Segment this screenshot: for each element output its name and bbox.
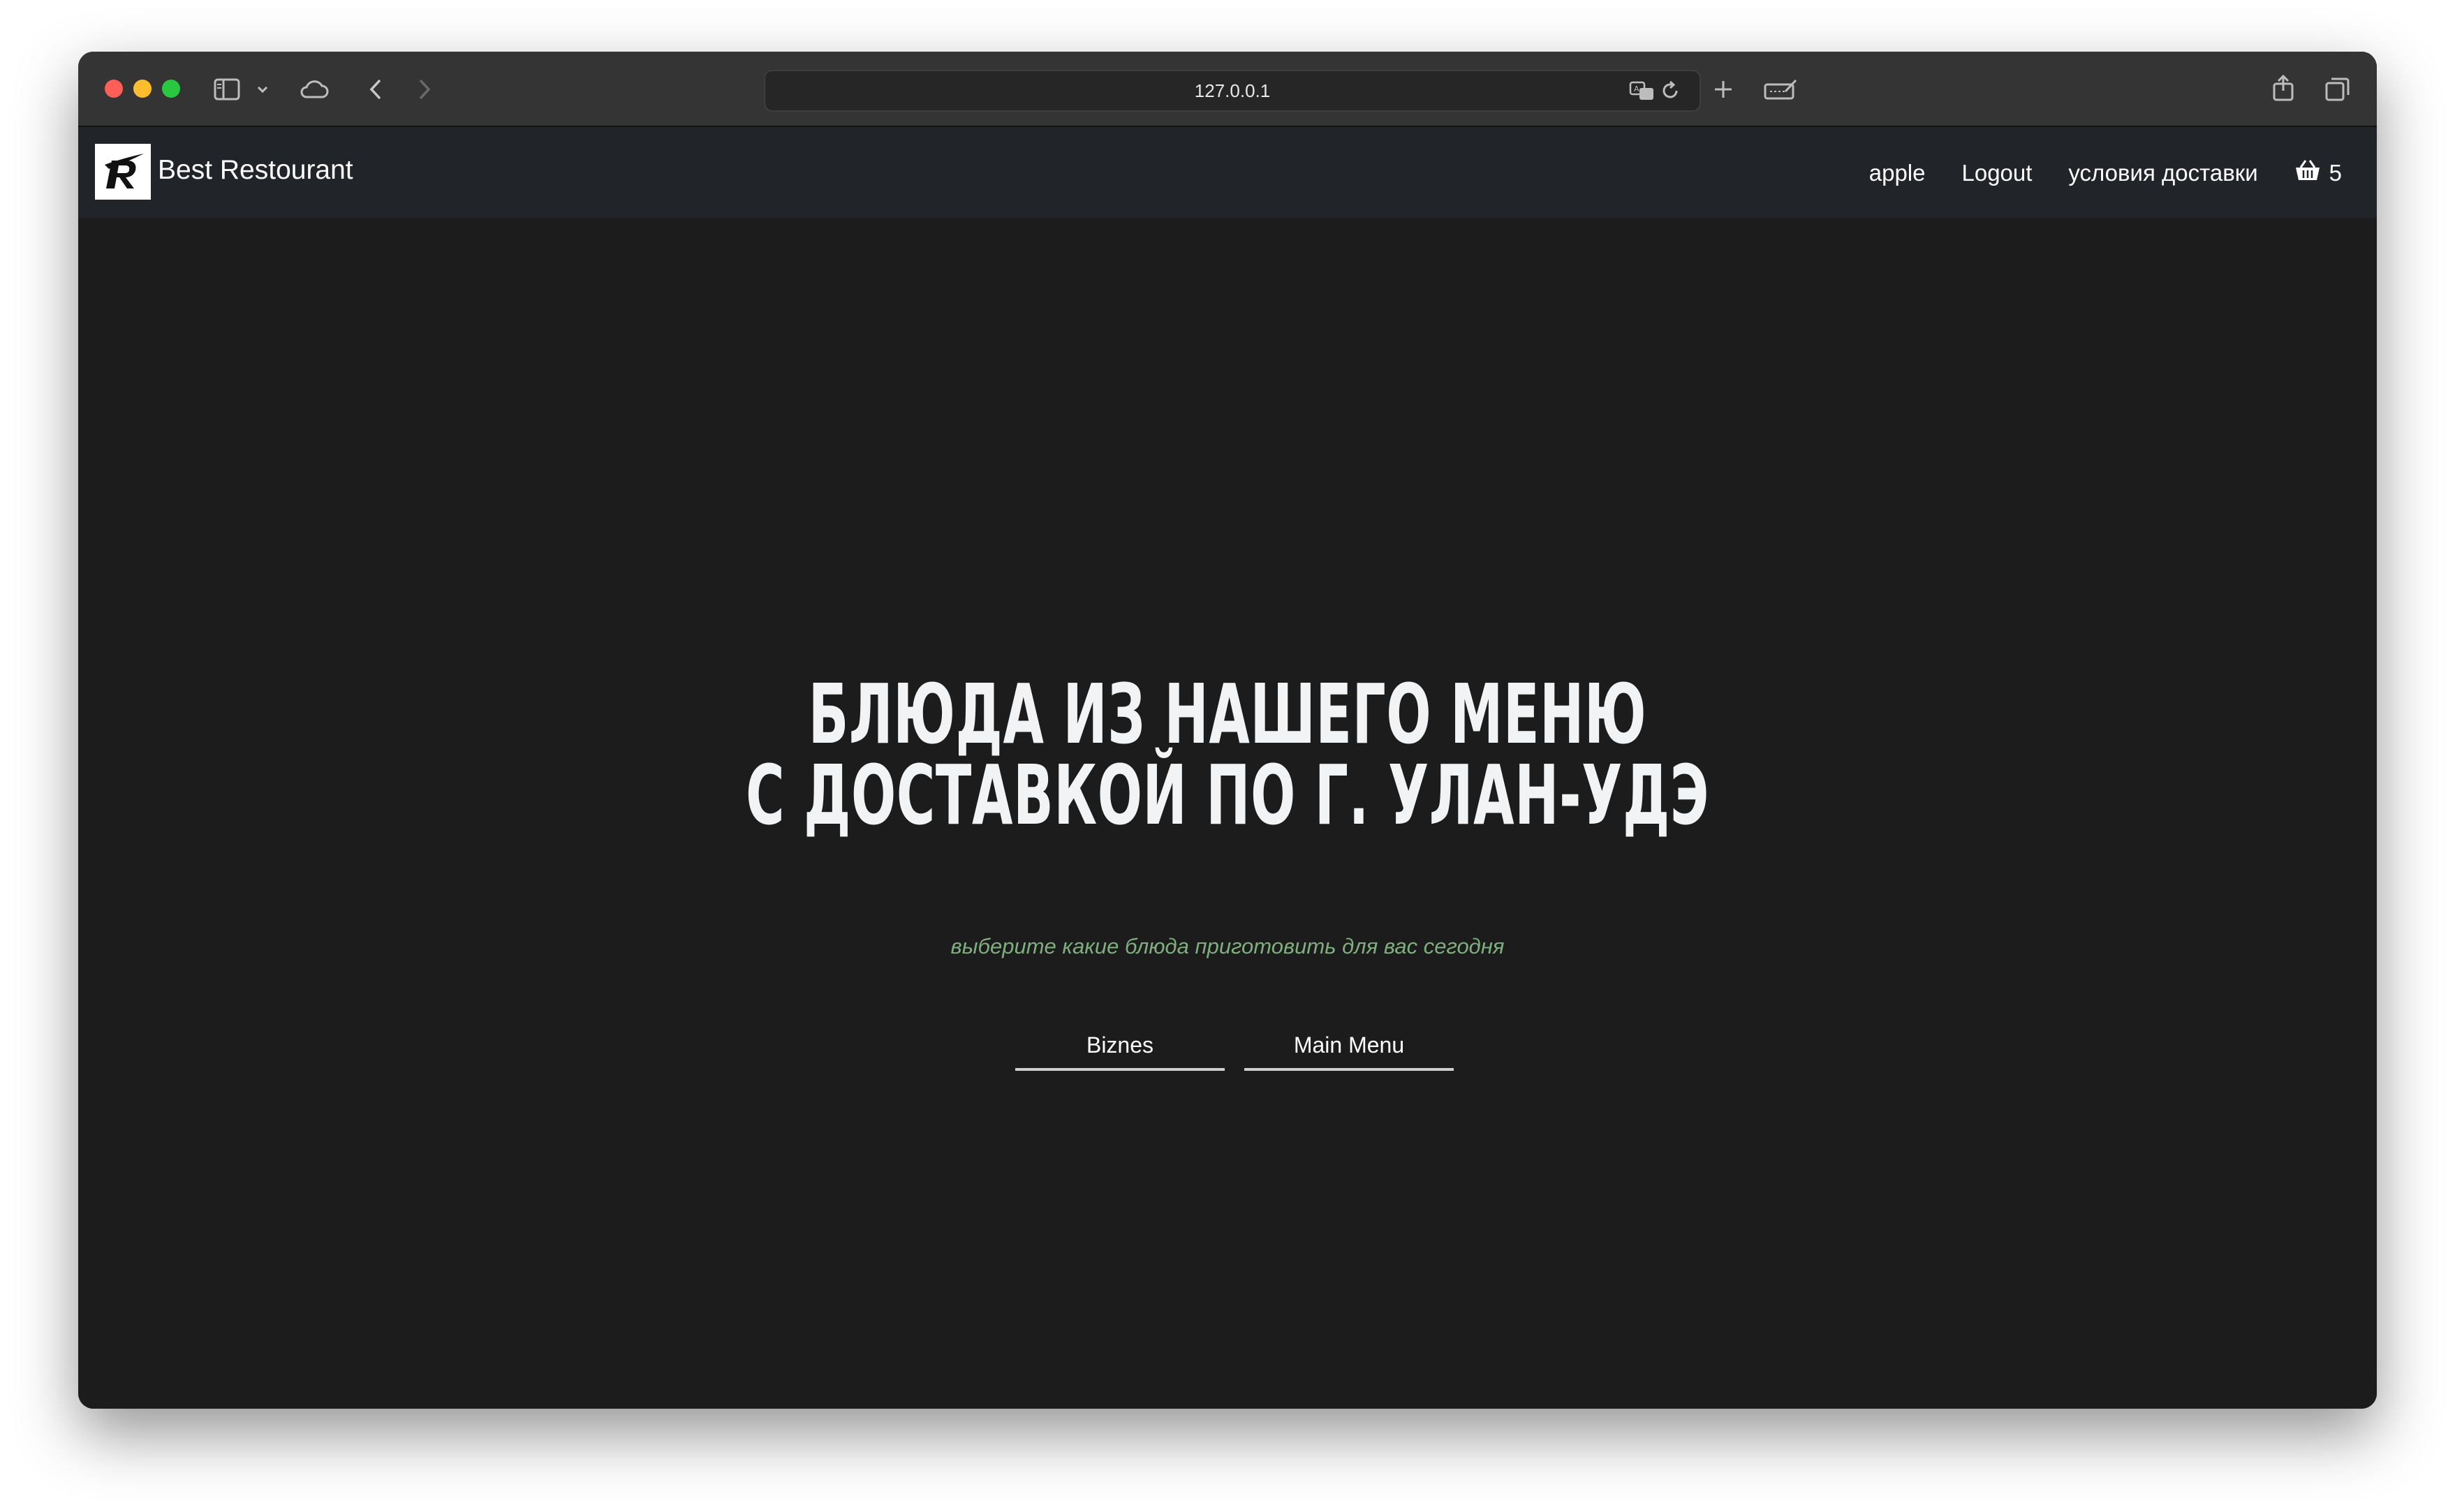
back-icon[interactable] <box>363 77 388 102</box>
cart-count: 5 <box>2329 160 2342 186</box>
hero-subtitle: выберите какие блюда приготовить для вас… <box>950 934 1505 958</box>
cart-link[interactable]: 5 <box>2294 159 2342 187</box>
r-logo-icon[interactable] <box>95 144 151 200</box>
site-navbar: Best Restourant apple Logout условия дос… <box>78 127 2377 218</box>
url-text: 127.0.0.1 <box>1194 80 1271 101</box>
forward-icon[interactable] <box>412 77 437 102</box>
hero-section: БЛЮДА ИЗ НАШЕГО МЕНЮ С ДОСТАВКОЙ ПО Г. У… <box>78 218 2377 1409</box>
browser-toolbar: 127.0.0.1 A <box>78 52 2377 127</box>
new-tab-icon[interactable] <box>1709 75 1737 103</box>
nav-logout-link[interactable]: Logout <box>1961 160 2032 186</box>
svg-text:A: A <box>1634 84 1639 94</box>
browser-window: 127.0.0.1 A Best Restourant apple Logout… <box>78 52 2377 1409</box>
edit-icon[interactable] <box>1762 75 1799 103</box>
nav-user-link[interactable]: apple <box>1869 160 1926 186</box>
tabs-icon[interactable] <box>2322 74 2353 105</box>
address-bar[interactable]: 127.0.0.1 A <box>764 70 1701 112</box>
brand-name[interactable]: Best Restourant <box>158 155 353 186</box>
share-icon[interactable] <box>2269 71 2297 105</box>
chevron-down-icon[interactable] <box>256 82 270 96</box>
biznes-button[interactable]: Biznes <box>1015 1026 1225 1071</box>
basket-icon <box>2294 159 2321 187</box>
minimize-window-button[interactable] <box>133 80 152 98</box>
nav-links: apple Logout условия доставки 5 <box>1869 159 2342 187</box>
close-window-button[interactable] <box>105 80 123 98</box>
cloud-icon[interactable] <box>297 77 330 102</box>
translate-icon[interactable]: A <box>1628 78 1656 103</box>
main-menu-button[interactable]: Main Menu <box>1244 1026 1454 1071</box>
hero-title-line-2: С ДОСТАВКОЙ ПО Г. УЛАН-УДЭ <box>746 747 1709 843</box>
fullscreen-window-button[interactable] <box>162 80 180 98</box>
reload-icon[interactable] <box>1659 78 1683 103</box>
nav-delivery-link[interactable]: условия доставки <box>2068 160 2257 186</box>
sidebar-icon[interactable] <box>213 77 241 102</box>
